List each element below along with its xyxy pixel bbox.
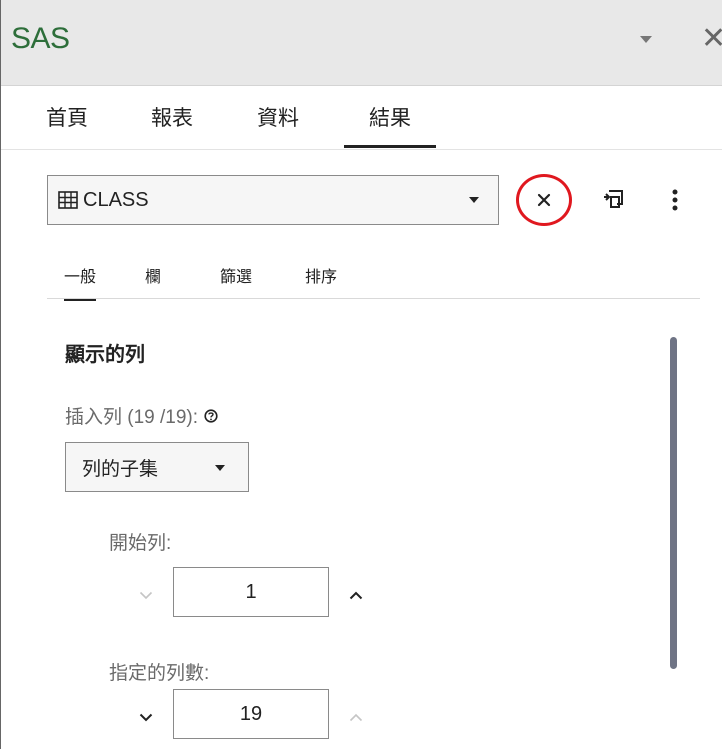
row-count-input[interactable]: 19 bbox=[173, 689, 329, 739]
row-count-increment-button[interactable] bbox=[345, 702, 367, 732]
chevron-down-icon bbox=[139, 713, 153, 721]
undock-button[interactable] bbox=[595, 182, 631, 218]
subtabs-divider bbox=[47, 298, 700, 299]
subtab-filter[interactable]: 篩選 bbox=[220, 263, 252, 287]
insert-rows-label: 插入列 (19 /19): bbox=[65, 402, 218, 429]
subtab-columns[interactable]: 欄 bbox=[145, 263, 161, 287]
panel-scrollbar[interactable] bbox=[670, 337, 677, 669]
ribbon-tabs: 首頁 報表 資料 結果 bbox=[0, 86, 722, 150]
row-subset-select[interactable]: 列的子集 bbox=[65, 442, 249, 492]
start-row-input[interactable]: 1 bbox=[173, 567, 329, 617]
sub-tabs: 一般 欄 篩選 排序 bbox=[0, 255, 722, 301]
chevron-up-icon bbox=[349, 591, 363, 599]
chevron-down-icon bbox=[139, 591, 153, 599]
start-row-decrement-button[interactable] bbox=[135, 580, 157, 610]
more-options-button[interactable] bbox=[660, 182, 690, 218]
pane-options-button[interactable] bbox=[631, 25, 661, 55]
table-grid-icon bbox=[58, 190, 78, 210]
help-icon[interactable] bbox=[204, 408, 218, 423]
app-title: SAS bbox=[11, 22, 70, 55]
tabs-divider bbox=[1, 149, 722, 150]
table-selector[interactable]: CLASS bbox=[47, 175, 499, 225]
insert-rows-text: 插入列 (19 /19): bbox=[65, 407, 199, 428]
tab-data[interactable]: 資料 bbox=[257, 86, 299, 148]
subtab-general[interactable]: 一般 bbox=[64, 263, 97, 301]
tab-results[interactable]: 結果 bbox=[344, 86, 436, 148]
dropdown-caret-icon bbox=[214, 459, 228, 477]
highlight-circle bbox=[516, 174, 572, 226]
row-subset-value: 列的子集 bbox=[82, 458, 159, 480]
undock-icon bbox=[604, 190, 623, 208]
subtab-sort[interactable]: 排序 bbox=[305, 263, 337, 287]
general-panel: 顯示的列 插入列 (19 /19): 列的子集 開始列: 1 指定的列數: 19 bbox=[47, 300, 700, 749]
tab-home[interactable]: 首頁 bbox=[46, 86, 88, 148]
more-options-icon bbox=[672, 189, 678, 211]
title-bar: SAS ✕ bbox=[1, 0, 722, 86]
tab-reports[interactable]: 報表 bbox=[151, 86, 193, 148]
start-row-increment-button[interactable] bbox=[345, 580, 367, 610]
dropdown-caret-icon bbox=[468, 190, 484, 210]
start-row-label: 開始列: bbox=[109, 533, 172, 554]
row-count-decrement-button[interactable] bbox=[135, 702, 157, 732]
triangle-down-icon bbox=[640, 36, 652, 43]
close-pane-button[interactable]: ✕ bbox=[701, 20, 722, 56]
chevron-up-icon bbox=[349, 713, 363, 721]
table-selector-value: CLASS bbox=[83, 188, 149, 211]
section-title: 顯示的列 bbox=[65, 344, 145, 366]
row-count-label: 指定的列數: bbox=[109, 663, 210, 684]
